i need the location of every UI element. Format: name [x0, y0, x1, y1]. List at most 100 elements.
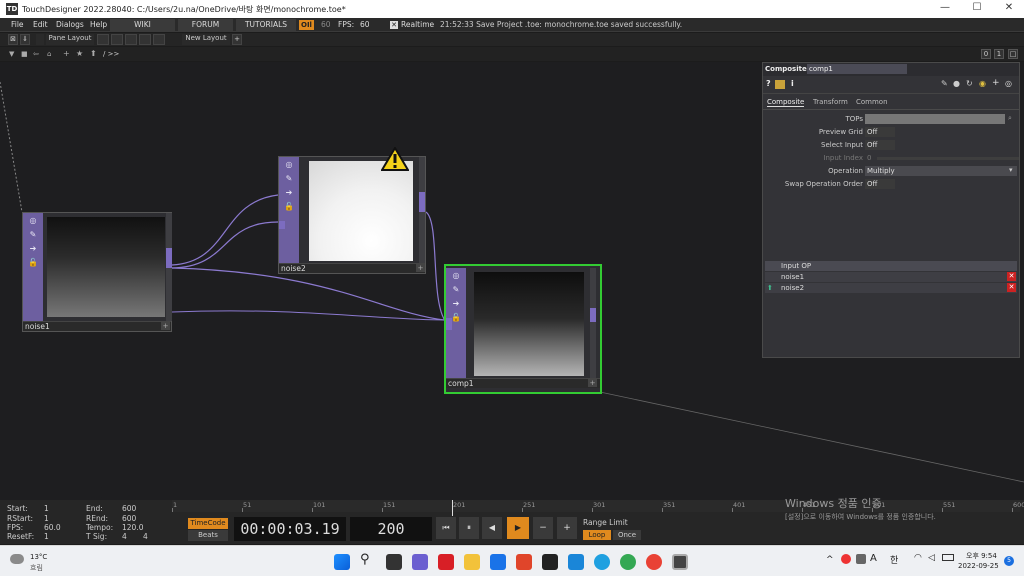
- play-reverse-icon[interactable]: ◀: [482, 517, 502, 539]
- help-button[interactable]: ?: [766, 79, 771, 88]
- noise2-label[interactable]: noise2: [279, 263, 425, 273]
- ime-a-indicator[interactable]: A: [870, 553, 877, 564]
- mail-icon[interactable]: [490, 554, 506, 570]
- menu-help[interactable]: Help: [90, 20, 107, 29]
- loop-button[interactable]: Loop: [583, 530, 611, 540]
- play-forward-icon[interactable]: ▶: [507, 517, 529, 539]
- search-icon[interactable]: ⚲: [360, 552, 370, 567]
- menu-edit[interactable]: Edit: [33, 20, 48, 29]
- chrome-icon[interactable]: [620, 554, 636, 570]
- timecode-button[interactable]: TimeCode: [188, 518, 228, 529]
- output-connector[interactable]: [590, 308, 596, 322]
- input-op-row[interactable]: noise2: [765, 283, 1017, 293]
- touchdesigner-taskbar-icon[interactable]: [672, 554, 688, 570]
- battery-icon[interactable]: [942, 554, 954, 561]
- viewer-toggle-icon[interactable]: ◎: [27, 215, 39, 226]
- op-name-field[interactable]: comp1: [807, 64, 907, 74]
- display-icon[interactable]: ➔: [283, 187, 295, 198]
- display-icon[interactable]: ➔: [27, 243, 39, 254]
- layout-icon-2[interactable]: [111, 34, 123, 45]
- notion-icon[interactable]: [542, 554, 558, 570]
- input-index-slider[interactable]: [877, 157, 1019, 160]
- viewer-toggle-icon[interactable]: ◎: [450, 270, 462, 281]
- noise2-node[interactable]: ◎ ✎ ➔ 🔓 noise2 +: [278, 147, 426, 274]
- tutorials-button[interactable]: TUTORIALS: [236, 19, 296, 31]
- display-icon[interactable]: ➔: [450, 298, 462, 309]
- network-path[interactable]: / >>: [103, 50, 119, 58]
- step-forward-button[interactable]: +: [557, 517, 577, 539]
- netflix-icon[interactable]: [438, 554, 454, 570]
- clock-time[interactable]: 오후 9:54: [966, 551, 997, 561]
- pane-split-icon[interactable]: ⊠: [8, 34, 18, 45]
- forum-button[interactable]: FORUM: [178, 19, 233, 31]
- stop-icon[interactable]: ■: [21, 50, 28, 58]
- bypass-icon[interactable]: ✎: [27, 229, 39, 240]
- chrome-profile-icon[interactable]: [646, 554, 662, 570]
- close-icon[interactable]: ✕: [994, 2, 1024, 13]
- lock-icon[interactable]: 🔓: [27, 257, 39, 268]
- nav-down-icon[interactable]: ▼: [9, 50, 14, 58]
- layout-icon-1[interactable]: [97, 34, 109, 45]
- fps-value[interactable]: 60.0: [44, 523, 61, 532]
- edge-icon[interactable]: [594, 554, 610, 570]
- refresh-icon[interactable]: ↻: [966, 79, 973, 88]
- bypass-icon[interactable]: ✎: [450, 284, 462, 295]
- tsig-numerator[interactable]: 4: [122, 532, 127, 541]
- menu-file[interactable]: File: [11, 20, 24, 29]
- pane-layout-button[interactable]: Pane Layout: [46, 34, 94, 45]
- weather-temp[interactable]: 13°C: [30, 553, 47, 561]
- lock-icon[interactable]: 🔓: [283, 201, 295, 212]
- bookmark-star-icon[interactable]: ★: [76, 49, 83, 58]
- select-input-toggle[interactable]: Off: [865, 140, 895, 150]
- pane-zero-button[interactable]: 0: [981, 49, 991, 59]
- current-frame-display[interactable]: 200: [350, 517, 432, 541]
- up-icon[interactable]: ⬆: [90, 49, 97, 58]
- noise1-label[interactable]: noise1: [23, 321, 171, 331]
- preview-grid-toggle[interactable]: Off: [865, 127, 895, 137]
- file-explorer-icon[interactable]: [464, 554, 480, 570]
- comp1-node[interactable]: ◎ ✎ ➔ 🔓 comp1 +: [444, 264, 602, 394]
- add-op-icon[interactable]: +: [63, 49, 70, 58]
- volume-icon[interactable]: ◁: [928, 553, 935, 563]
- tops-field[interactable]: [865, 114, 1005, 124]
- start-value[interactable]: 1: [44, 504, 49, 513]
- operation-dropdown[interactable]: Multiply: [865, 166, 1017, 176]
- comp1-label[interactable]: comp1: [446, 378, 600, 388]
- noise1-node[interactable]: ◎ ✎ ➔ 🔓 noise1 +: [22, 212, 172, 332]
- notification-badge[interactable]: 5: [1004, 556, 1014, 566]
- palette-icon[interactable]: ◉: [979, 79, 986, 88]
- input-connector[interactable]: [446, 318, 452, 330]
- rstart-value[interactable]: 1: [44, 514, 49, 523]
- tempo-value[interactable]: 120.0: [122, 523, 143, 532]
- wifi-icon[interactable]: ◠: [914, 553, 922, 563]
- timeline-ruler[interactable]: 1 51 101 151 201 251 301 351 401 451 501 551 600: [172, 500, 1024, 512]
- resetf-value[interactable]: 1: [44, 532, 49, 541]
- add-layout-button[interactable]: +: [232, 34, 242, 45]
- remove-input-icon[interactable]: ✕: [1007, 283, 1016, 292]
- start-windows-icon[interactable]: [334, 554, 350, 570]
- remove-input-icon[interactable]: ✕: [1007, 272, 1016, 281]
- python-icon[interactable]: [775, 80, 785, 89]
- tab-common[interactable]: Common: [856, 98, 888, 106]
- layout-icon-4[interactable]: [139, 34, 151, 45]
- ime-han-indicator[interactable]: 한: [890, 553, 898, 566]
- tab-composite[interactable]: Composite: [767, 98, 805, 107]
- chat-icon[interactable]: [412, 554, 428, 570]
- layout-icon-5[interactable]: [153, 34, 165, 45]
- input-index-value[interactable]: 0: [867, 154, 871, 162]
- task-view-icon[interactable]: [386, 554, 402, 570]
- pane-menu-icon[interactable]: □: [1008, 49, 1018, 59]
- minimize-icon[interactable]: —: [930, 2, 960, 13]
- output-connector[interactable]: [419, 192, 425, 212]
- back-icon[interactable]: ⇦: [33, 50, 39, 58]
- input-connector[interactable]: [279, 221, 285, 229]
- warning-icon[interactable]: [381, 147, 409, 171]
- realtime-checkbox-icon[interactable]: ✕: [390, 21, 398, 29]
- node-plus[interactable]: +: [588, 379, 597, 387]
- viewer-toggle-icon[interactable]: ◎: [283, 159, 295, 170]
- tab-transform[interactable]: Transform: [813, 98, 848, 106]
- bypass-icon[interactable]: ✎: [283, 173, 295, 184]
- end-value[interactable]: 600: [122, 504, 136, 513]
- menu-dialogs[interactable]: Dialogs: [56, 20, 84, 29]
- home-icon[interactable]: ⌂: [47, 50, 51, 58]
